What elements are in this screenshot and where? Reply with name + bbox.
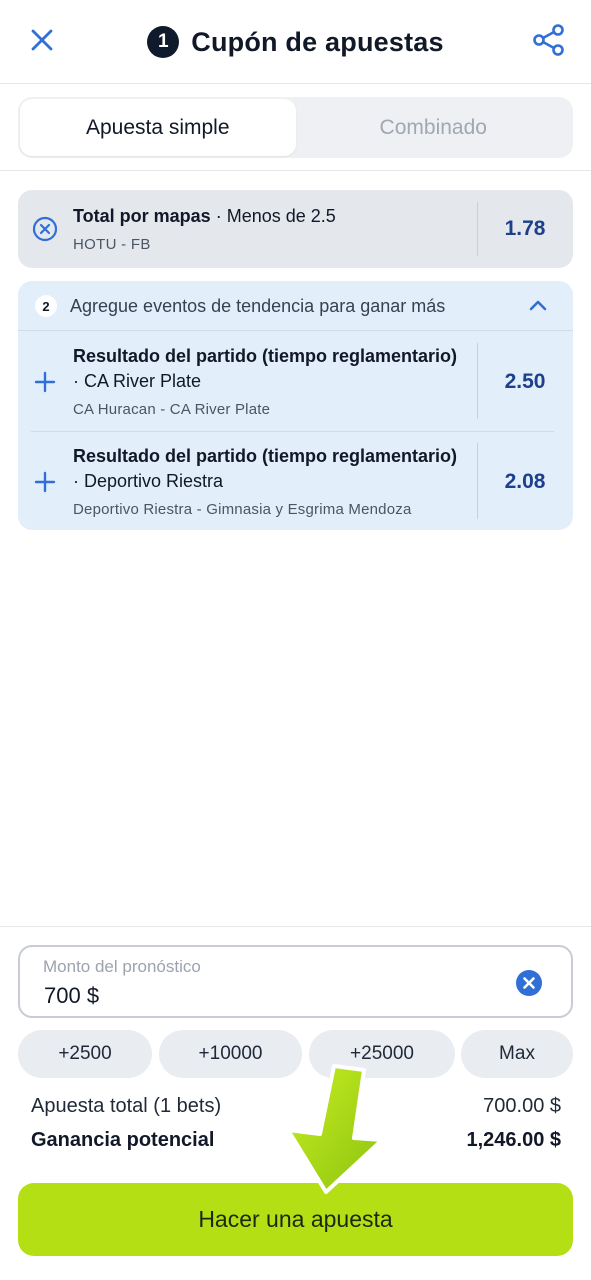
stake-input[interactable]: Monto del pronóstico 700 $ <box>18 945 573 1018</box>
coupon-title-wrap: 1 Cupón de apuestas <box>0 26 591 58</box>
trending-item-selection: · Deportivo Riestra <box>73 471 224 491</box>
selected-bet-title: Total por mapas · Menos de 2.5 <box>73 206 336 227</box>
trending-item-odd[interactable]: 2.08 <box>477 470 573 494</box>
share-icon[interactable] <box>531 22 567 58</box>
trending-item-market: Resultado del partido (tiempo reglamenta… <box>73 346 458 366</box>
divider <box>0 926 591 927</box>
total-stake-label: Apuesta total (1 bets) <box>31 1095 222 1117</box>
trending-item-odd[interactable]: 2.50 <box>477 370 573 394</box>
trending-item-title: Resultado del partido (tiempo reglamenta… <box>73 444 473 494</box>
trending-item[interactable]: Resultado del partido (tiempo reglamenta… <box>18 331 573 431</box>
quick-amount-10000-button[interactable]: +10000 <box>159 1030 302 1078</box>
potential-win-value: 1,246.00 $ <box>466 1129 561 1151</box>
remove-circle-icon[interactable] <box>32 216 58 242</box>
stake-label: Monto del pronóstico <box>43 957 201 976</box>
potential-win-label: Ganancia potencial <box>31 1129 215 1151</box>
divider <box>0 170 591 171</box>
clear-circle-icon[interactable] <box>515 969 543 997</box>
trending-item-selection: · CA River Plate <box>73 371 202 391</box>
bet-market: Total por mapas <box>73 206 211 226</box>
coupon-header: 1 Cupón de apuestas <box>0 0 591 84</box>
quick-amount-max-button[interactable]: Max <box>461 1030 573 1078</box>
trending-item-event: Deportivo Riestra - Gimnasia y Esgrima M… <box>73 501 412 518</box>
stake-value[interactable]: 700 $ <box>44 983 99 1009</box>
selected-bet-card: Total por mapas · Menos de 2.5 HOTU - FB… <box>18 190 573 268</box>
plus-icon[interactable] <box>34 371 56 393</box>
bet-event: HOTU - FB <box>73 236 151 253</box>
bet-odd: 1.78 <box>504 217 546 240</box>
chevron-up-icon[interactable] <box>527 295 549 317</box>
trending-item[interactable]: Resultado del partido (tiempo reglamenta… <box>18 431 573 531</box>
bet-selection: · Menos de 2.5 <box>210 206 336 226</box>
pointer-arrow-icon <box>282 1060 392 1200</box>
page-title: Cupón de apuestas <box>191 26 444 57</box>
trending-item-event: CA Huracan - CA River Plate <box>73 401 271 418</box>
trending-item-title: Resultado del partido (tiempo reglamenta… <box>73 344 473 394</box>
plus-icon[interactable] <box>34 471 56 493</box>
tab-accumulator[interactable]: Combinado <box>296 99 572 156</box>
bet-type-tabs: Apuesta simple Combinado <box>18 97 573 158</box>
coupon-count-badge: 1 <box>147 26 180 58</box>
trending-title: Agregue eventos de tendencia para ganar … <box>70 296 446 316</box>
trending-header[interactable]: 2 Agregue eventos de tendencia para gana… <box>18 281 573 331</box>
quick-amount-2500-button[interactable]: +2500 <box>18 1030 152 1078</box>
tab-single-bet[interactable]: Apuesta simple <box>20 99 296 156</box>
total-stake-value: 700.00 $ <box>483 1095 561 1117</box>
trending-events-panel: 2 Agregue eventos de tendencia para gana… <box>18 281 573 530</box>
trending-count-badge: 2 <box>35 295 57 317</box>
trending-item-market: Resultado del partido (tiempo reglamenta… <box>73 446 458 466</box>
